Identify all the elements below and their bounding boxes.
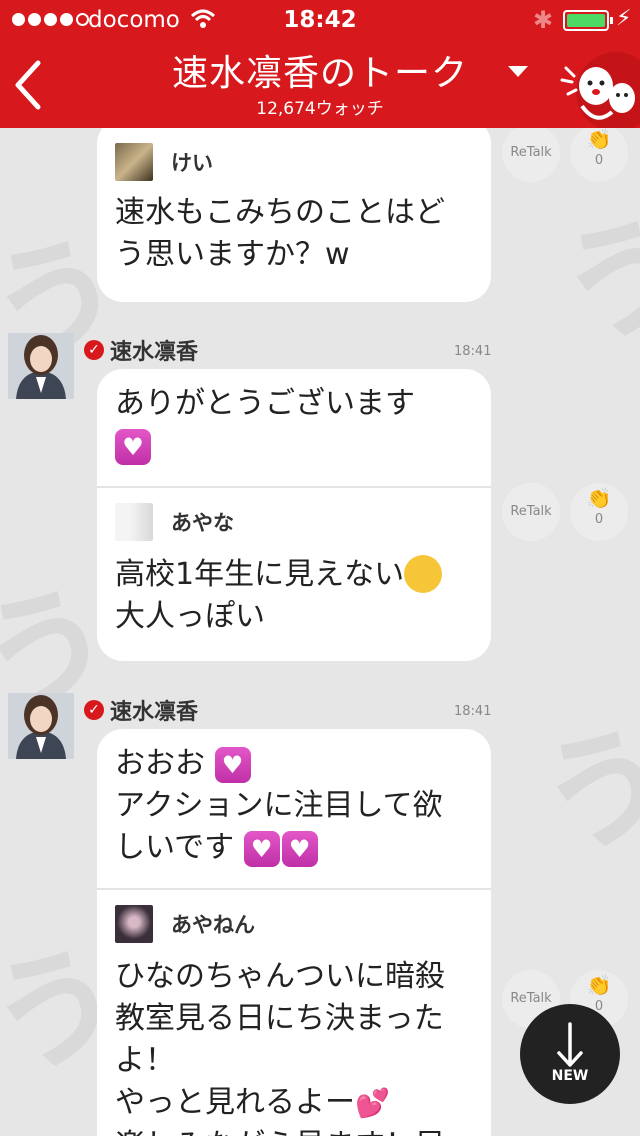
message-bubble: おおお ♥ アクションに注目して欲 しいです ♥ ♥ あやねん ひなのちゃんついに… (97, 729, 491, 1136)
quote-user-name: けい (171, 151, 213, 175)
sender-name: 速水凛香 (110, 700, 199, 725)
quote-text: 高校1年生に見えない 大人っぽい (115, 554, 473, 638)
quote-user-name: あやな (171, 511, 234, 535)
quote-text: 速水もこみちのことはど う思いますか？w (115, 195, 445, 272)
sender-line: ✓ 速水凛香 (84, 694, 198, 726)
message-bubble: けい 速水もこみちのことはど う思いますか？w (97, 118, 491, 302)
heart-emoji-icon: ♥ (115, 428, 151, 465)
sender-line: ✓ 速水凛香 (84, 334, 198, 366)
verified-check-icon: ✓ (84, 340, 104, 360)
sender-name: 速水凛香 (110, 340, 199, 365)
watch-count: 12,674ウォッチ (256, 99, 384, 119)
clap-button[interactable]: 👏 0 (570, 124, 628, 182)
chat-timeline[interactable]: けい 速水もこみちのことはど う思いますか？w ReTalk 👏 0 ✓ 速水凛… (0, 118, 640, 1136)
reply-text: ありがとうございます ♥ (97, 369, 491, 486)
new-messages-button[interactable]: NEW (520, 1004, 620, 1104)
heart-emoji-icon: ♥ (281, 830, 318, 867)
clap-icon: 👏 (586, 127, 612, 151)
chevron-down-icon[interactable] (508, 66, 528, 77)
bluetooth-icon: ✱ (533, 6, 554, 34)
reply-text: おおお ♥ アクションに注目して欲 しいです ♥ ♥ (115, 746, 443, 867)
quote-user-avatar[interactable] (115, 143, 153, 181)
quoted-comment: あやな 高校1年生に見えない 大人っぽい (97, 486, 491, 638)
clap-count: 0 (594, 512, 604, 527)
quoted-comment: けい 速水もこみちのことはど う思いますか？w (97, 118, 491, 276)
sender-avatar[interactable] (8, 693, 74, 759)
message-bubble: ありがとうございます ♥ あやな 高校1年生に見えない 大人っぽい (97, 369, 491, 661)
heart-emoji-icon: ♥ (243, 830, 280, 867)
message-time: 18:41 (454, 704, 492, 719)
clap-button[interactable]: 👏 0 (570, 483, 628, 541)
quote-text: ひなのちゃんついに暗殺 教室見る日にち決まった よ！ やっと見れるよー💕 楽しみ… (115, 959, 445, 1136)
quote-user-name: あやねん (171, 913, 255, 937)
retalk-button[interactable]: ReTalk (502, 483, 560, 541)
heart-emoji-icon: ♥ (214, 746, 251, 783)
talk-title-button[interactable]: 速水凛香のトーク (0, 44, 640, 96)
quote-header: あやねん (115, 904, 473, 944)
app-header: docomo 18:42 ✱ ⚡ 速水凛香のトーク 12,674ウォッチ (0, 0, 640, 132)
message-time: 18:41 (454, 344, 492, 359)
laughing-emoji-icon (404, 554, 443, 593)
mascot-menu-button[interactable] (556, 50, 640, 132)
clap-count: 0 (594, 153, 604, 168)
battery-icon (563, 10, 613, 31)
sender-avatar[interactable] (8, 333, 74, 399)
charging-icon: ⚡ (616, 6, 632, 31)
status-bar: docomo 18:42 ✱ ⚡ (0, 0, 640, 40)
clap-icon: 👏 (586, 973, 612, 997)
mascot-icon (560, 52, 640, 132)
quote-header: けい (115, 142, 473, 182)
two-hearts-emoji-icon: 💕 (355, 1086, 390, 1120)
quoted-comment: あやねん ひなのちゃんついに暗殺 教室見る日にち決まった よ！ やっと見れるよー… (97, 888, 491, 1136)
quote-user-avatar[interactable] (115, 503, 153, 541)
new-button-label: NEW (551, 1068, 589, 1084)
quote-user-avatar[interactable] (115, 905, 153, 943)
verified-check-icon: ✓ (84, 700, 104, 720)
quote-header: あやな (115, 502, 473, 542)
retalk-button[interactable]: ReTalk (502, 124, 560, 182)
arrow-down-icon (557, 1022, 583, 1067)
clap-icon: 👏 (586, 486, 612, 510)
talk-title: 速水凛香のトーク (171, 53, 468, 94)
